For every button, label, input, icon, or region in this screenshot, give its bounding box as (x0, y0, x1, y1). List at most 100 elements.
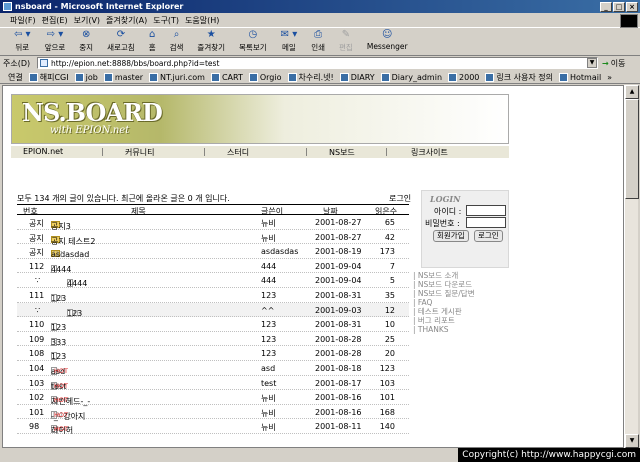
link-item-11[interactable]: Hotmail (559, 73, 601, 82)
toolbar-button-1[interactable]: ⇨ ▾ 앞으로 (45, 29, 66, 53)
vertical-scrollbar[interactable]: ▲ ▼ (624, 85, 639, 448)
board-table: 번호 제목 글쓴이 날짜 읽은수 공지 공지3 뉴비 2001-08-27 65 공지 공지 테스트… (17, 204, 409, 435)
top-nav: EPION.net | 커뮤니티 | 스터디 | NS보드 | 링크사이트 (11, 146, 509, 158)
id-label: 아이디 : (434, 207, 462, 216)
toolbar-button-6[interactable]: ★ 즐겨찾기 (197, 29, 225, 53)
windows-logo-icon (620, 14, 638, 28)
address-dropdown-icon[interactable]: ▼ (587, 58, 597, 68)
side-link-0[interactable]: | NS보드 소개 (413, 271, 475, 280)
side-link-1[interactable]: | NS보드 다운로드 (413, 280, 475, 289)
link-item-1[interactable]: job (75, 73, 98, 82)
address-bar: 주소(D) http://epion.net:8888/bbs/board.ph… (0, 56, 640, 70)
side-link-3[interactable]: | FAQ (413, 298, 475, 307)
toolbar-button-10[interactable]: ✎ 편집 (339, 29, 353, 53)
side-link-2[interactable]: | NS보드 질문/답변 (413, 289, 475, 298)
toolbar-button-2[interactable]: ⊗ 중지 (79, 29, 93, 53)
address-input[interactable]: http://epion.net:8888/bbs/board.php?id=t… (37, 57, 598, 69)
toolbar-icon-6: ★ (206, 29, 216, 40)
go-button[interactable]: → 이동 (602, 58, 625, 69)
go-arrow-icon: → (602, 58, 609, 68)
minimize-button[interactable]: _ (600, 1, 612, 12)
link-item-2[interactable]: master (104, 73, 143, 82)
toolbar-button-0[interactable]: ⇦ ▾ 뒤로 (14, 29, 31, 53)
link-item-10[interactable]: 링크 사용자 정의 (485, 72, 553, 83)
browser-content: NS.BOARD with EPION.net EPION.net | 커뮤니티 | 스… (2, 85, 624, 448)
row-reads: 35 (384, 290, 395, 300)
toolbar-button-11[interactable]: ☺ Messenger (367, 29, 408, 51)
nav-item-2[interactable]: 스터디 (227, 147, 249, 158)
nav-item-0[interactable]: EPION.net (23, 147, 63, 156)
nav-item-3[interactable]: NS보드 (329, 147, 355, 158)
scroll-up-icon[interactable]: ▲ (625, 85, 639, 99)
link-item-0[interactable]: 해피CGI (29, 72, 69, 83)
join-button[interactable]: 회원가입 (433, 230, 469, 242)
link-item-5[interactable]: Orgio (249, 73, 282, 82)
row-reads: 25 (384, 334, 395, 344)
side-link-6[interactable]: | THANKS (413, 325, 475, 334)
scroll-thumb[interactable] (625, 99, 639, 199)
table-row: 111 123 [1] 123 2001-08-31 35 (17, 288, 409, 303)
link-item-9[interactable]: 2000 (448, 73, 479, 82)
toolbar-button-5[interactable]: ⌕ 검색 (170, 29, 184, 53)
links-more-icon[interactable]: » (607, 73, 612, 82)
logo-main: NS.BOARD (22, 98, 163, 127)
window-title: nsboard - Microsoft Internet Explorer (15, 2, 184, 11)
toolbar-icon-9: ⎙ (314, 29, 323, 40)
table-row: 104 asd HOT asd 2001-08-18 123 (17, 361, 409, 376)
toolbar-icon-10: ✎ (341, 29, 351, 40)
toolbar-button-3[interactable]: ⟳ 새로고침 (107, 29, 135, 53)
link-item-6[interactable]: 차수리.넷! (288, 72, 334, 83)
link-item-8[interactable]: Diary_admin (381, 73, 442, 82)
maximize-button[interactable]: □ (613, 1, 625, 12)
menu-item-5[interactable]: 도움말(H) (185, 15, 219, 26)
toolbar-label-2: 중지 (79, 43, 94, 52)
toolbar-icon-11: ☺ (381, 29, 393, 40)
toolbar-label-1: 앞으로 (44, 43, 66, 52)
table-row: 98 허허허 HOT 뉴비 2001-08-11 140 (17, 419, 409, 435)
row-reads: 12 (384, 305, 395, 315)
toolbar-icon-5: ⌕ (173, 29, 180, 40)
copyright-text: Copyright(c) http://www.happycgi.com (458, 448, 640, 462)
password-input[interactable] (466, 217, 506, 228)
scroll-down-icon[interactable]: ▼ (625, 434, 639, 448)
table-row: ∵ 4444 444 2001-09-04 5 (17, 273, 409, 288)
ie-icon (3, 2, 12, 11)
status-bar: Copyright(c) http://www.happycgi.com (0, 448, 640, 462)
table-row: 109 333 123 2001-08-28 25 (17, 332, 409, 347)
nav-item-4[interactable]: 링크사이트 (411, 147, 448, 158)
title-bar: nsboard - Microsoft Internet Explorer _ … (0, 0, 640, 13)
row-reads: 65 (384, 218, 395, 227)
menu-item-1[interactable]: 편집(E) (42, 15, 68, 26)
side-link-4[interactable]: | 테스트 게시판 (413, 307, 475, 316)
menu-item-3[interactable]: 즐겨찾기(A) (106, 15, 147, 26)
table-row: 101 -_- 강아지 [2] HOT 뉴비 2001-08-16 168 (17, 405, 409, 421)
nav-item-1[interactable]: 커뮤니티 (125, 147, 154, 158)
table-row: 공지 asdasdad [2] asdasdas 2001-08-19 173 (17, 244, 409, 259)
link-item-3[interactable]: NT.juri.com (149, 73, 205, 82)
toolbar-icon-3: ⟳ (116, 29, 126, 40)
link-item-4[interactable]: CART (211, 73, 243, 82)
menu-item-2[interactable]: 보기(V) (74, 15, 100, 26)
table-row: 112 4444 444 2001-09-04 7 (17, 259, 409, 274)
link-item-7[interactable]: DIARY (340, 73, 375, 82)
toolbar-label-5: 검색 (169, 43, 184, 52)
side-link-5[interactable]: | 버그 리포트 (413, 316, 475, 325)
go-label: 이동 (610, 58, 626, 68)
row-reads: 101 (379, 393, 395, 403)
row-reads: 168 (379, 407, 395, 417)
table-row: 110 123 123 2001-08-31 10 (17, 317, 409, 332)
menu-item-4[interactable]: 도구(T) (153, 15, 179, 26)
toolbar-button-9[interactable]: ⎙ 인쇄 (311, 29, 325, 53)
login-button[interactable]: 로그인 (474, 230, 503, 242)
login-link[interactable]: 로그인 (389, 193, 411, 204)
close-button[interactable]: × (626, 1, 638, 12)
toolbar-label-4: 홈 (148, 43, 156, 52)
toolbar-button-8[interactable]: ✉ ▾ 메일 (281, 29, 298, 53)
row-reads: 20 (384, 349, 395, 359)
row-reads: 140 (379, 422, 395, 432)
toolbar-button-4[interactable]: ⌂ 홈 (149, 29, 156, 53)
toolbar-button-7[interactable]: ◷ 목록보기 (239, 29, 267, 53)
toolbar-icon-4: ⌂ (148, 29, 156, 40)
id-input[interactable] (466, 205, 506, 216)
menu-item-0[interactable]: 파일(F) (10, 15, 36, 26)
